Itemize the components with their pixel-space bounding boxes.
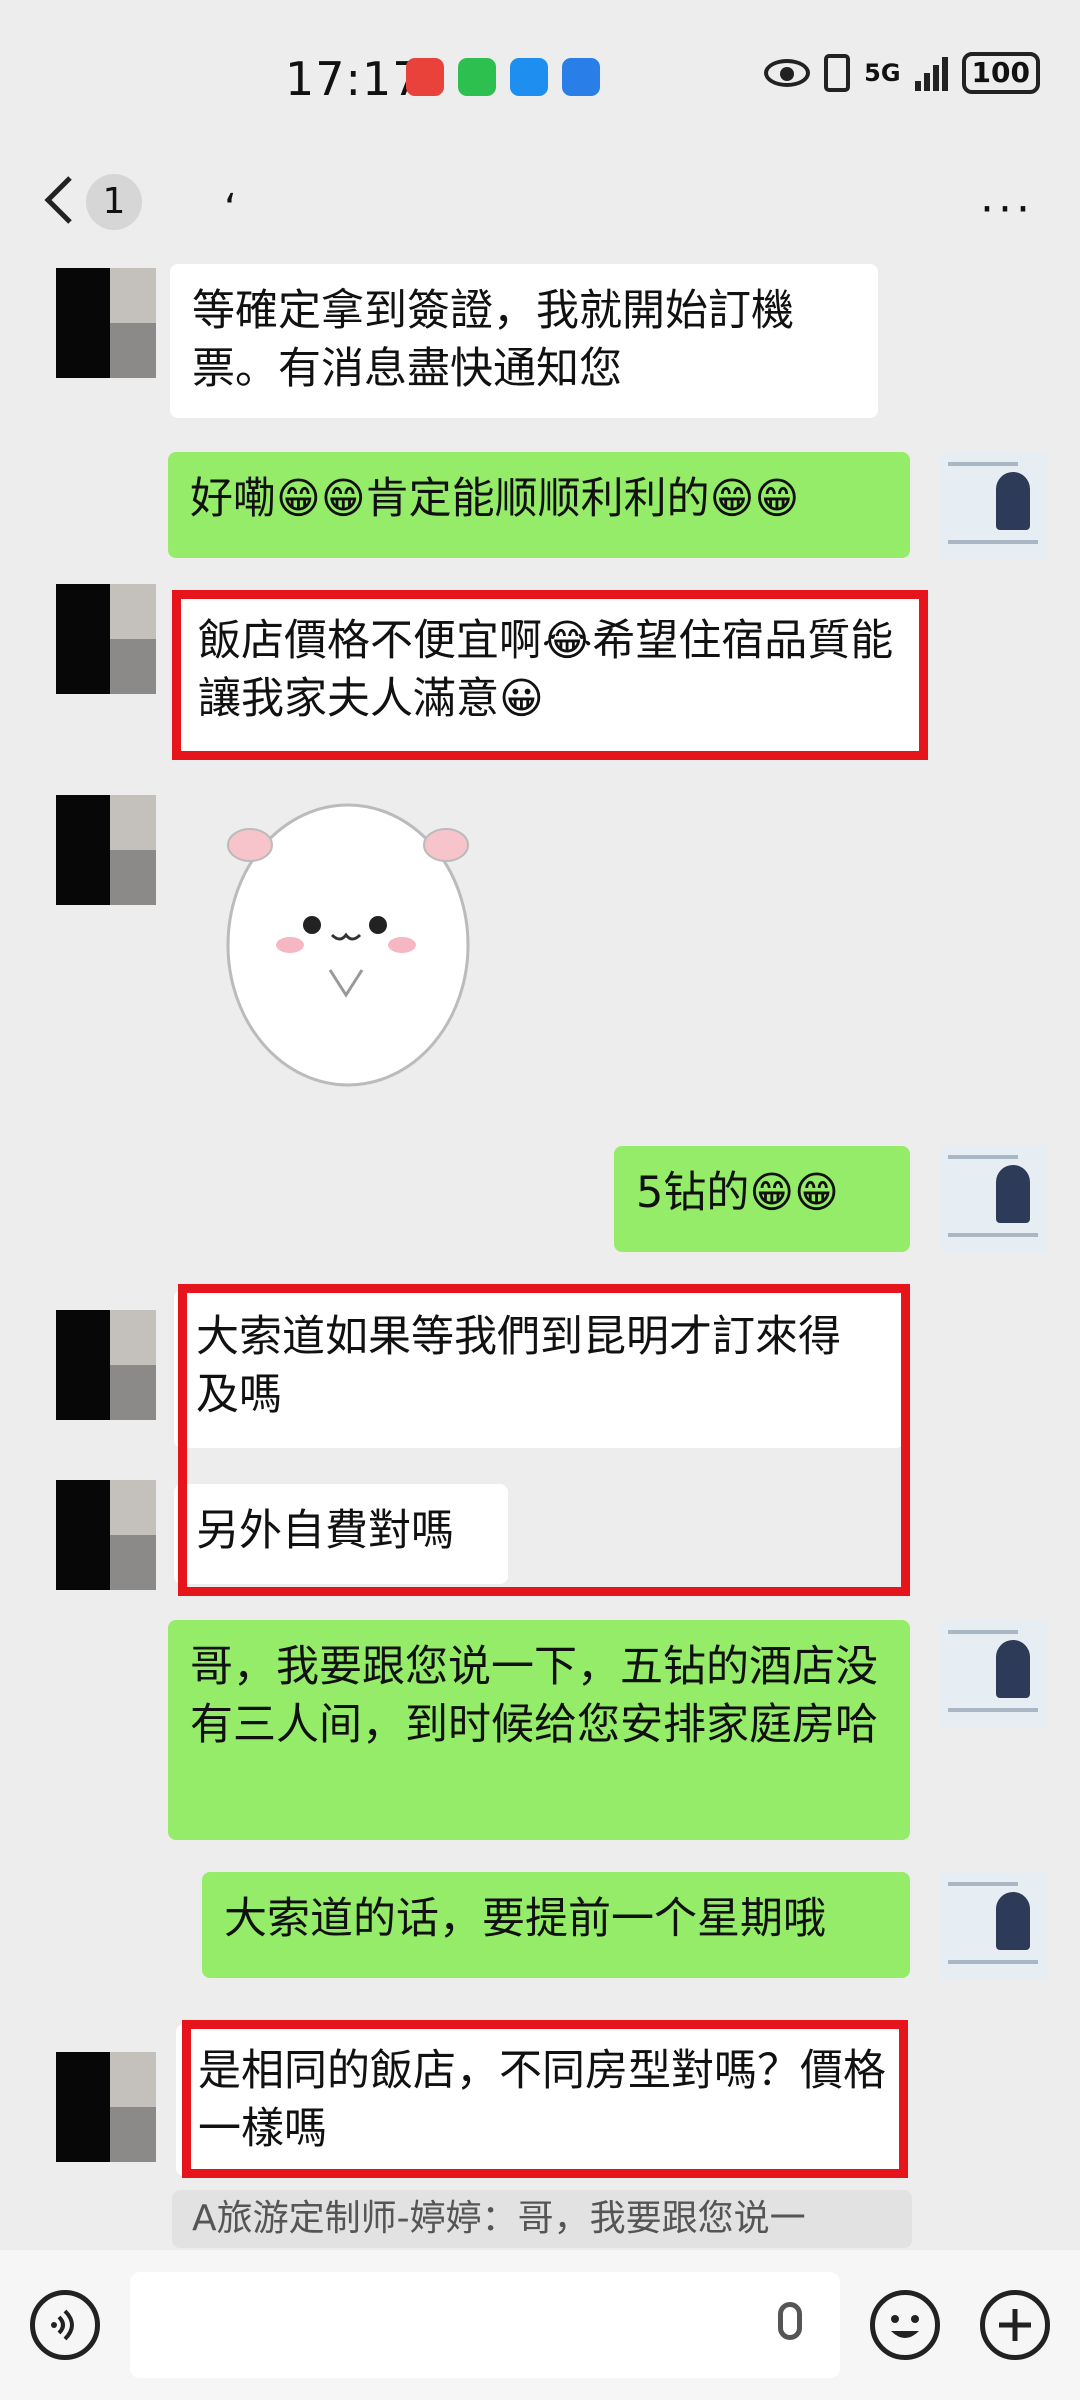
vibrate-icon [824, 54, 851, 92]
my-avatar[interactable] [940, 1620, 1048, 1728]
message-app-icon [510, 58, 548, 96]
message-bubble[interactable]: 大索道的话，要提前一个星期哦 [202, 1872, 910, 1978]
contact-avatar[interactable] [56, 1480, 156, 1590]
hamster-sticker[interactable] [220, 795, 480, 1095]
unread-badge: 1 [86, 174, 142, 230]
highlight-box [178, 1284, 910, 1596]
highlight-box [182, 2020, 908, 2178]
my-avatar[interactable] [940, 1145, 1048, 1253]
message-input[interactable] [130, 2272, 840, 2378]
my-avatar[interactable] [940, 1872, 1048, 1980]
weather-app-icon [562, 58, 600, 96]
status-time: 17:17 [285, 52, 423, 106]
mic-icon[interactable] [778, 2302, 802, 2340]
contact-avatar[interactable] [56, 1310, 156, 1420]
message-bubble[interactable]: 好嘞😁😁肯定能顺顺利利的😁😁 [168, 452, 910, 558]
battery-indicator: 100 [961, 52, 1040, 94]
highlight-box [172, 590, 928, 760]
chevron-left-icon [44, 176, 72, 224]
message-bubble[interactable]: 5钻的😁😁 [614, 1146, 910, 1252]
chat-title: ‘ [224, 186, 237, 232]
plus-icon[interactable] [980, 2290, 1050, 2360]
contact-avatar[interactable] [56, 2052, 156, 2162]
my-avatar[interactable] [940, 452, 1048, 560]
wechat-app-icon [458, 58, 496, 96]
eye-comfort-icon [764, 59, 811, 87]
network-label: 5G [864, 59, 901, 87]
message-bubble[interactable]: 等確定拿到簽證，我就開始訂機票。有消息盡快通知您 [170, 264, 878, 418]
contact-avatar[interactable] [56, 584, 156, 694]
message-bubble[interactable]: 哥，我要跟您说一下，五钻的酒店没有三人间，到时候给您安排家庭房哈 [168, 1620, 910, 1840]
more-button[interactable]: ··· [980, 184, 1034, 235]
emoji-icon[interactable] [870, 2290, 940, 2360]
back-button[interactable] [40, 170, 80, 240]
huawei-app-icon [406, 58, 444, 96]
contact-avatar[interactable] [56, 795, 156, 905]
status-indicators: 5G 100 [764, 52, 1040, 94]
signal-icon [914, 55, 948, 91]
voice-icon[interactable] [30, 2290, 100, 2360]
contact-avatar[interactable] [56, 268, 156, 378]
quote-preview[interactable]: A旅游定制师-婷婷：哥，我要跟您说一 [172, 2190, 912, 2248]
status-bar: 17:17 5G 100 [0, 0, 1080, 150]
